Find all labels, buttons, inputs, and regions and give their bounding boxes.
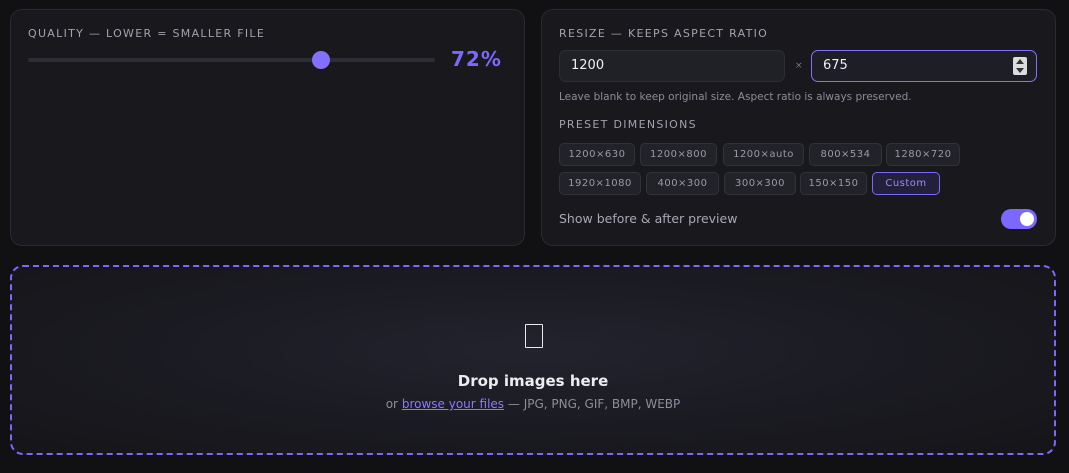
preset-button[interactable]: 800×534 [809, 143, 882, 166]
quality-panel: QUALITY — LOWER = SMALLER FILE 72% [10, 9, 525, 246]
dropzone-sub-prefix: or [385, 397, 398, 411]
height-input-value: 675 [823, 58, 848, 73]
preset-button[interactable]: 1280×720 [886, 143, 960, 166]
preset-dimensions-label: PRESET DIMENSIONS [559, 118, 697, 131]
preset-button[interactable]: 1200×auto [723, 143, 804, 166]
browse-files-link[interactable]: browse your files [402, 397, 504, 411]
number-spinner-icon[interactable] [1013, 57, 1027, 75]
dimension-separator: × [795, 61, 803, 71]
toggle-knob [1020, 212, 1034, 226]
preview-toggle[interactable] [1001, 209, 1037, 229]
width-input[interactable]: 1200 [559, 50, 785, 82]
preview-toggle-label: Show before & after preview [559, 211, 738, 226]
width-input-value: 1200 [571, 58, 605, 73]
dropzone-title: Drop images here [457, 372, 609, 390]
dropzone-subtitle: or browse your files — JPG, PNG, GIF, BM… [12, 397, 1054, 411]
preset-button[interactable]: 1200×800 [640, 143, 717, 166]
quality-value: 72% [451, 47, 502, 71]
preset-button[interactable]: 300×300 [724, 172, 796, 195]
file-icon [525, 324, 543, 348]
quality-slider[interactable] [28, 51, 435, 69]
dropzone-formats: — JPG, PNG, GIF, BMP, WEBP [507, 397, 681, 411]
quality-slider-thumb[interactable] [312, 51, 331, 69]
preset-button-custom[interactable]: Custom [872, 172, 940, 195]
resize-panel: RESIZE — KEEPS ASPECT RATIO 1200 × 675 L… [541, 9, 1056, 246]
resize-hint: Leave blank to keep original size. Aspec… [559, 91, 912, 103]
preset-button[interactable]: 150×150 [800, 172, 867, 195]
preset-button[interactable]: 1920×1080 [559, 172, 641, 195]
preset-button[interactable]: 1200×630 [559, 143, 635, 166]
quality-label: QUALITY — LOWER = SMALLER FILE [28, 27, 266, 40]
preset-button[interactable]: 400×300 [646, 172, 719, 195]
resize-label: RESIZE — KEEPS ASPECT RATIO [559, 27, 769, 40]
height-input[interactable]: 675 [811, 50, 1037, 82]
image-dropzone[interactable]: Drop images here or browse your files — … [10, 265, 1056, 455]
